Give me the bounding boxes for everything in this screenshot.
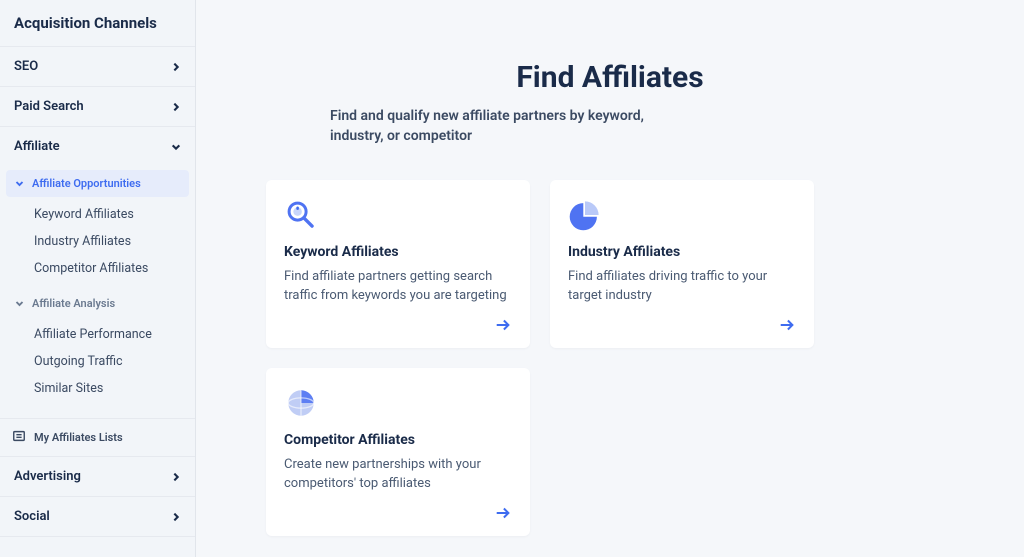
sidebar: Acquisition Channels SEO Paid Search Aff… [0,0,196,557]
page-title: Find Affiliates [330,60,890,95]
card-grid: Keyword Affiliates Find affiliate partne… [266,180,954,536]
globe-icon [284,386,318,420]
nav-item-paid-search[interactable]: Paid Search [0,86,195,126]
card-competitor-affiliates[interactable]: Competitor Affiliates Create new partner… [266,368,530,536]
nav-item-label: Social [14,509,50,524]
sidebar-item-similar-sites[interactable]: Similar Sites [30,375,189,402]
nav-item-advertising[interactable]: Advertising [0,456,195,496]
chevron-right-icon [171,62,181,72]
page-subtitle: Find and qualify new affiliate partners … [330,107,690,146]
sidebar-item-affiliate-performance[interactable]: Affiliate Performance [30,321,189,348]
nav-item-label: Advertising [14,469,81,484]
sidebar-item-competitor-affiliates[interactable]: Competitor Affiliates [30,255,189,282]
nav-item-label: Paid Search [14,99,84,114]
sidebar-item-keyword-affiliates[interactable]: Keyword Affiliates [30,201,189,228]
chevron-right-icon [171,472,181,482]
arrow-right-icon [778,316,796,334]
card-title: Competitor Affiliates [284,432,512,448]
sidebar-title: Acquisition Channels [0,0,195,46]
card-industry-affiliates[interactable]: Industry Affiliates Find affiliates driv… [550,180,814,348]
chevron-right-icon [171,512,181,522]
sublist-affiliate-analysis: Affiliate Performance Outgoing Traffic S… [6,317,189,410]
card-title: Keyword Affiliates [284,244,512,260]
nav-item-social[interactable]: Social [0,496,195,537]
nav-item-affiliate[interactable]: Affiliate [0,126,195,166]
card-desc: Find affiliates driving traffic to your … [568,268,796,316]
chevron-down-icon [171,142,181,152]
chevron-down-icon [14,179,24,189]
chevron-down-icon [14,299,24,309]
subgroup-affiliate-opportunities[interactable]: Affiliate Opportunities [6,170,189,197]
nav-item-label: SEO [14,59,38,74]
nav-item-seo[interactable]: SEO [0,46,195,86]
chevron-right-icon [171,102,181,112]
card-desc: Find affiliate partners getting search t… [284,268,512,316]
arrow-right-icon [494,316,512,334]
subgroup-label: Affiliate Analysis [32,297,115,310]
page-header: Find Affiliates Find and qualify new aff… [330,60,890,146]
list-icon [12,429,26,446]
card-keyword-affiliates[interactable]: Keyword Affiliates Find affiliate partne… [266,180,530,348]
subgroup-label: Affiliate Opportunities [32,177,141,190]
card-desc: Create new partnerships with your compet… [284,456,512,504]
main-content: Find Affiliates Find and qualify new aff… [196,0,1024,557]
my-affiliates-lists[interactable]: My Affiliates Lists [0,418,195,456]
magnifier-icon [284,198,318,232]
sidebar-item-industry-affiliates[interactable]: Industry Affiliates [30,228,189,255]
affiliate-subnav: Affiliate Opportunities Keyword Affiliat… [0,166,195,418]
card-title: Industry Affiliates [568,244,796,260]
sublist-affiliate-opportunities: Keyword Affiliates Industry Affiliates C… [6,197,189,290]
nav-item-label: Affiliate [14,139,60,154]
my-lists-label: My Affiliates Lists [34,431,123,444]
pie-icon [568,198,602,232]
sidebar-item-outgoing-traffic[interactable]: Outgoing Traffic [30,348,189,375]
subgroup-affiliate-analysis[interactable]: Affiliate Analysis [6,290,189,317]
arrow-right-icon [494,504,512,522]
